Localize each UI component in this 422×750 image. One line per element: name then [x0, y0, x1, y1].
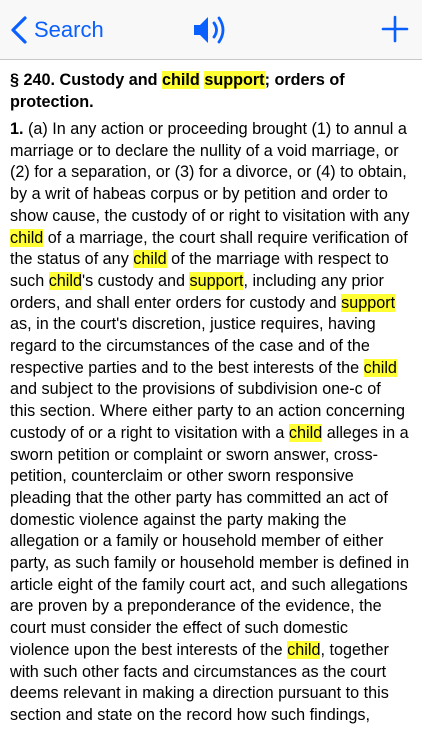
search-term-highlight: support: [341, 293, 396, 312]
search-term-highlight: child: [288, 423, 323, 442]
text-run: § 240. Custody and: [10, 71, 163, 89]
section-title: § 240. Custody and child support; orders…: [10, 70, 410, 113]
back-button[interactable]: Search: [8, 12, 104, 48]
text-run: alleges in a sworn petition or complaint…: [10, 423, 410, 659]
search-term-highlight: child: [287, 640, 321, 659]
search-term-highlight: child: [162, 71, 200, 89]
statute-content: § 240. Custody and child support; orders…: [10, 70, 410, 727]
navigation-bar: Search: [0, 0, 422, 60]
search-term-highlight: support: [204, 71, 265, 89]
speak-button[interactable]: [191, 12, 231, 48]
text-run: as, in the court's discretion, justice r…: [10, 315, 376, 377]
text-run: 's custody and: [82, 271, 190, 290]
plus-icon: [381, 15, 409, 43]
search-term-highlight: child: [48, 271, 82, 290]
add-button[interactable]: [380, 14, 410, 44]
text-run: (a) In any action or proceeding brought …: [10, 120, 410, 225]
back-button-label: Search: [34, 17, 104, 42]
section-body: 1. (a) In any action or proceeding broug…: [10, 119, 410, 727]
paragraph-number: 1.: [10, 120, 24, 138]
chevron-left-icon: [11, 16, 27, 44]
search-term-highlight: support: [189, 271, 244, 290]
search-term-highlight: child: [10, 228, 44, 247]
search-term-highlight: child: [363, 358, 397, 377]
speaker-icon: [194, 16, 225, 44]
search-term-highlight: child: [133, 250, 167, 269]
